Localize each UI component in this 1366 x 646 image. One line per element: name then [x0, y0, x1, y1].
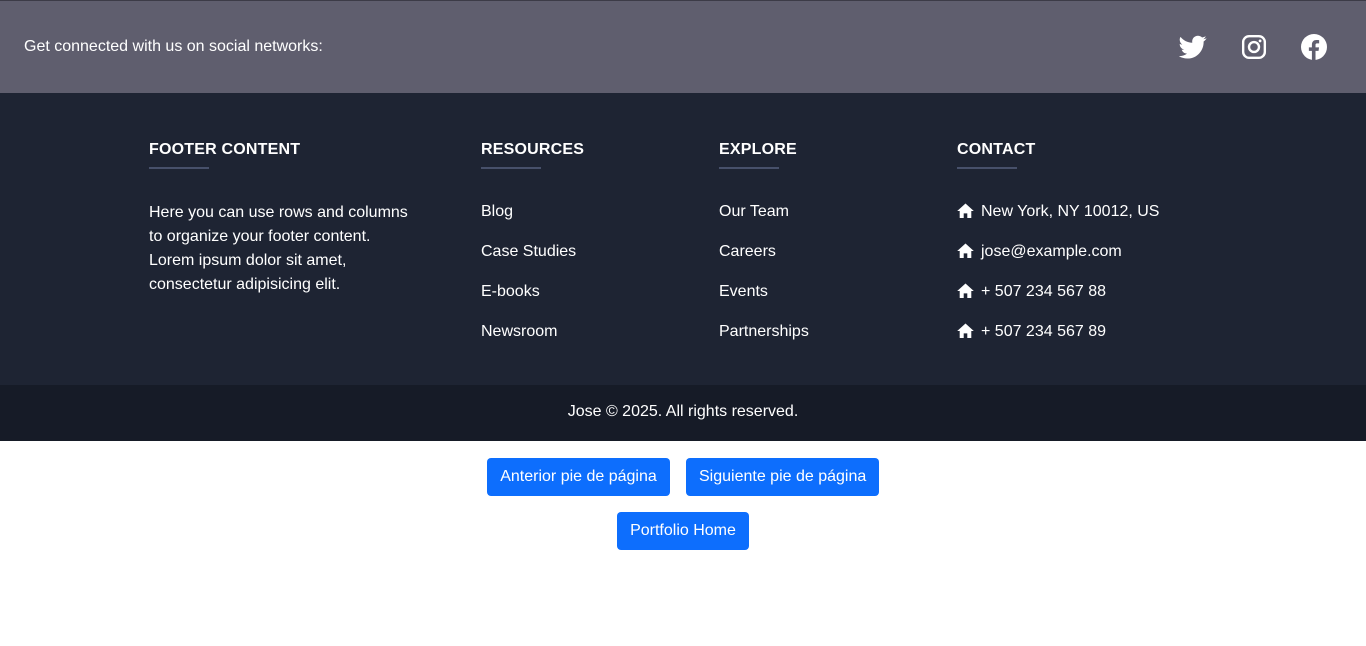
heading-underline [149, 167, 209, 169]
explore-link-careers[interactable]: Careers [719, 243, 776, 260]
resources-heading: RESOURCES [481, 141, 585, 158]
home-icon [957, 283, 974, 298]
resources-link-ebooks[interactable]: E-books [481, 283, 540, 300]
resources-link-case-studies[interactable]: Case Studies [481, 243, 576, 260]
contact-item-phone-1: + 507 234 567 88 [957, 282, 1159, 322]
copyright-bar: Jose © 2025. All rights reserved. [0, 385, 1366, 441]
home-icon [957, 243, 974, 258]
home-icon [957, 203, 974, 218]
next-footer-button[interactable]: Siguiente pie de página [686, 458, 879, 496]
previous-footer-button[interactable]: Anterior pie de página [487, 458, 670, 496]
resources-list: Blog Case Studies E-books Newsroom [481, 202, 576, 362]
home-icon [957, 323, 974, 338]
facebook-icon[interactable] [1301, 34, 1327, 60]
footer-content-text: Here you can use rows and columns to org… [149, 204, 408, 293]
explore-link-partnerships[interactable]: Partnerships [719, 323, 809, 340]
heading-underline [719, 167, 779, 169]
social-bar: Get connected with us on social networks… [0, 0, 1366, 93]
footer-content-heading: FOOTER CONTENT [149, 141, 301, 158]
twitter-icon[interactable] [1179, 33, 1207, 61]
contact-item-phone-2: + 507 234 567 89 [957, 322, 1159, 362]
explore-link-events[interactable]: Events [719, 283, 768, 300]
contact-item-email: jose@example.com [957, 242, 1159, 282]
copyright-text: Jose © 2025. All rights reserved. [567, 403, 799, 420]
contact-item-address: New York, NY 10012, US [957, 202, 1159, 242]
contact-heading: CONTACT [957, 141, 1036, 158]
instagram-icon[interactable] [1241, 34, 1267, 60]
portfolio-home-button[interactable]: Portfolio Home [617, 512, 749, 550]
explore-link-our-team[interactable]: Our Team [719, 203, 789, 220]
social-text: Get connected with us on social networks… [24, 38, 323, 55]
explore-list: Our Team Careers Events Partnerships [719, 202, 809, 362]
resources-link-newsroom[interactable]: Newsroom [481, 323, 557, 340]
contact-list: New York, NY 10012, US jose@example.com … [957, 202, 1159, 362]
heading-underline [481, 167, 541, 169]
resources-link-blog[interactable]: Blog [481, 203, 513, 220]
main-footer: FOOTER CONTENT Here you can use rows and… [0, 93, 1366, 385]
explore-heading: EXPLORE [719, 141, 797, 158]
heading-underline [957, 167, 1017, 169]
